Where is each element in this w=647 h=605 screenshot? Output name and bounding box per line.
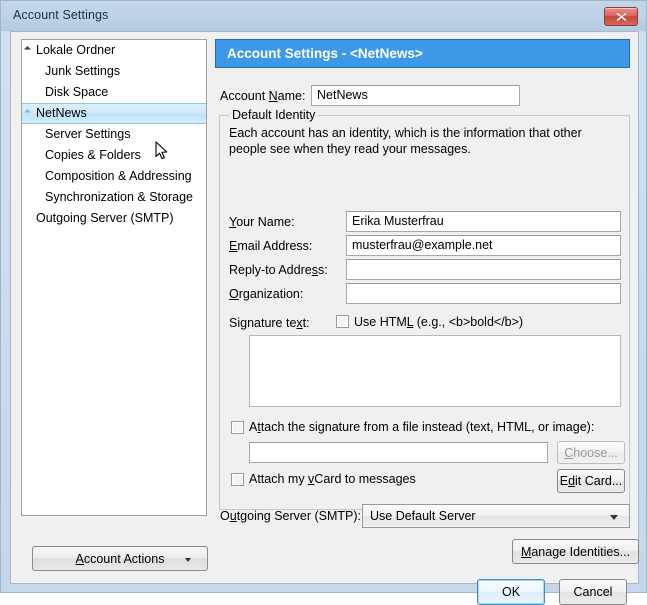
reply-to-address-label: Reply-to Address:	[229, 263, 328, 277]
group-legend: Default Identity	[229, 108, 319, 122]
close-icon	[605, 8, 637, 25]
default-identity-group: Default Identity Each account has an ide…	[219, 108, 630, 510]
accounts-tree[interactable]: Lokale Ordner Junk Settings Disk Space N…	[21, 39, 207, 516]
sidebar-item-copies-folders[interactable]: Copies & Folders	[22, 145, 206, 166]
attach-signature-file-checkbox[interactable]	[231, 421, 244, 434]
title-bar: Account Settings	[1, 1, 646, 31]
cancel-button[interactable]: Cancel	[559, 579, 627, 605]
outgoing-server-label: Outgoing Server (SMTP):	[220, 509, 362, 523]
dialog-client-area: Lokale Ordner Junk Settings Disk Space N…	[10, 31, 639, 605]
organization-label: Organization:	[229, 287, 304, 301]
sidebar-item-netnews[interactable]: NetNews	[22, 103, 206, 124]
identity-description: Each account has an identity, which is t…	[229, 126, 582, 156]
manage-identities-button[interactable]: Manage Identities...	[512, 539, 639, 564]
attach-signature-file-label[interactable]: Attach the signature from a file instead…	[249, 420, 594, 434]
edit-card-label: Edit Card...	[559, 474, 623, 488]
chevron-down-icon	[610, 515, 618, 520]
signature-text-label: Signature text:	[229, 316, 310, 330]
pane-title: Account Settings - <NetNews>	[215, 39, 630, 68]
reply-to-address-input[interactable]	[346, 259, 621, 280]
account-actions-label: Account Actions	[75, 551, 165, 566]
outgoing-server-select[interactable]: Use Default Server	[362, 504, 630, 528]
sidebar-item-label: Outgoing Server (SMTP)	[36, 211, 174, 225]
close-button[interactable]	[604, 7, 638, 26]
account-name-input[interactable]: NetNews	[311, 85, 520, 106]
attach-vcard-checkbox[interactable]	[231, 473, 244, 486]
sidebar-item-label: Junk Settings	[45, 64, 121, 78]
choose-file-button[interactable]: Choose...	[557, 441, 625, 464]
chevron-down-icon	[185, 558, 191, 562]
use-html-checkbox[interactable]	[336, 315, 349, 328]
sidebar-item-label: NetNews	[36, 106, 87, 120]
sidebar-item-disk-space[interactable]: Disk Space	[22, 82, 206, 103]
window-title: Account Settings	[13, 8, 109, 22]
expander-triangle-icon[interactable]	[23, 45, 32, 54]
signature-file-path-input[interactable]	[249, 442, 548, 463]
use-html-label[interactable]: Use HTML (e.g., <b>bold</b>)	[354, 315, 523, 329]
settings-pane: Account Settings - <NetNews> Account Nam…	[215, 39, 630, 572]
choose-file-label: Choose...	[564, 445, 618, 460]
sidebar-item-outgoing-server-smtp[interactable]: Outgoing Server (SMTP)	[22, 208, 206, 229]
expander-triangle-icon[interactable]	[23, 108, 32, 117]
organization-input[interactable]	[346, 283, 621, 304]
email-address-input[interactable]: musterfrau@example.net	[346, 235, 621, 256]
email-address-label: Email Address:	[229, 239, 313, 253]
your-name-label: Your Name:	[229, 215, 295, 229]
sidebar-item-synchronization-storage[interactable]: Synchronization & Storage	[22, 187, 206, 208]
sidebar-item-label: Synchronization & Storage	[45, 190, 194, 204]
sidebar-item-composition-addressing[interactable]: Composition & Addressing	[22, 166, 206, 187]
sidebar-item-label: Composition & Addressing	[45, 169, 192, 183]
sidebar-item-label: Disk Space	[45, 85, 109, 99]
sidebar-item-lokale-ordner[interactable]: Lokale Ordner	[22, 40, 206, 61]
cancel-label: Cancel	[573, 585, 613, 599]
sidebar-item-label: Lokale Ordner	[36, 43, 116, 57]
account-actions-button[interactable]: Account Actions	[32, 546, 208, 571]
dialog-window: Account Settings Lokale Ordner Junk Sett…	[0, 0, 647, 605]
sidebar-item-label: Copies & Folders	[45, 148, 141, 162]
ok-label: OK	[501, 585, 521, 599]
manage-identities-label: Manage Identities...	[520, 544, 631, 559]
your-name-input[interactable]: Erika Musterfrau	[346, 211, 621, 232]
signature-text-area[interactable]	[249, 335, 621, 407]
sidebar-item-server-settings[interactable]: Server Settings	[22, 124, 206, 145]
outgoing-server-value: Use Default Server	[370, 509, 476, 523]
ok-button[interactable]: OK	[477, 579, 545, 605]
account-name-label: Account Name:	[220, 89, 306, 103]
attach-vcard-label[interactable]: Attach my vCard to messages	[249, 472, 416, 486]
sidebar-item-junk-settings[interactable]: Junk Settings	[22, 61, 206, 82]
sidebar-item-label: Server Settings	[45, 127, 131, 141]
edit-card-button[interactable]: Edit Card...	[557, 469, 625, 493]
